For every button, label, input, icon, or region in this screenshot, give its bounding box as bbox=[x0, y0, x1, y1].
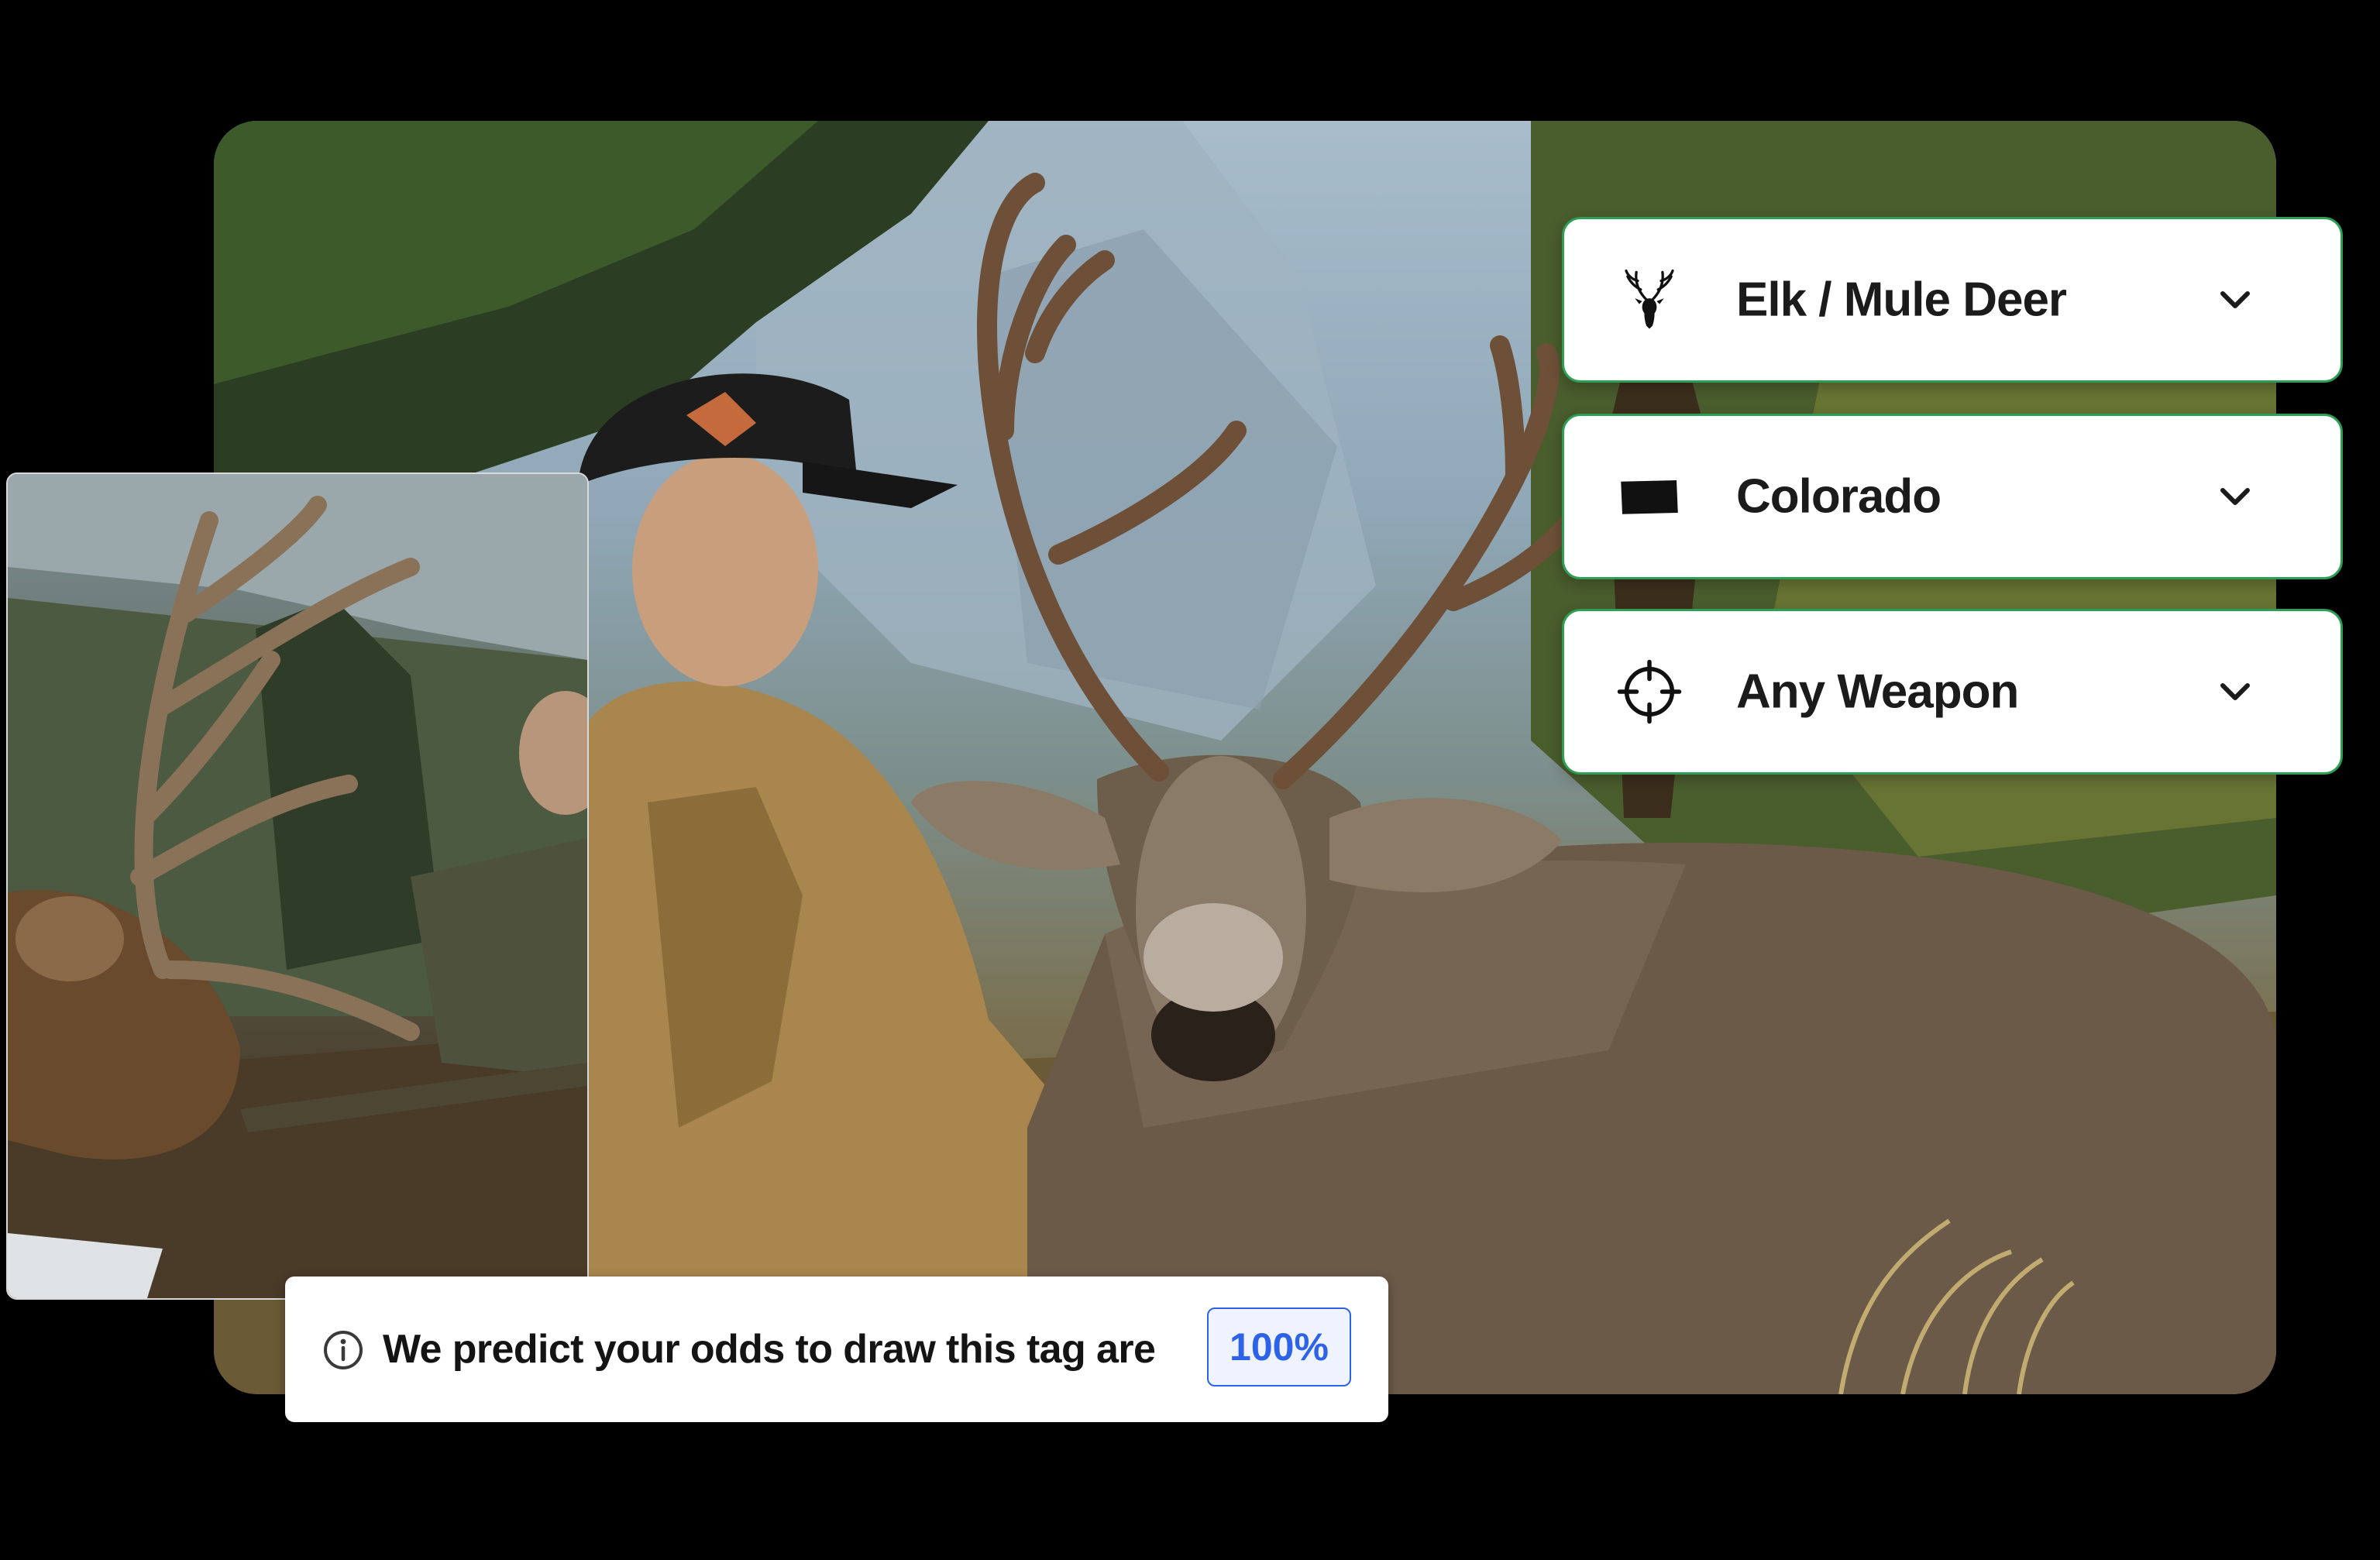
chevron-down-icon bbox=[2220, 488, 2250, 505]
inset-photo bbox=[6, 472, 589, 1300]
chevron-down-icon bbox=[2220, 291, 2250, 308]
state-select-label: Colorado bbox=[1736, 469, 1941, 524]
inset-photo-illustration bbox=[8, 474, 587, 1298]
species-select-label: Elk / Mule Deer bbox=[1736, 273, 2067, 327]
species-select[interactable]: Elk / Mule Deer bbox=[1562, 217, 2343, 383]
chevron-down-icon bbox=[2220, 683, 2250, 700]
draw-odds-banner: We predict your odds to draw this tag ar… bbox=[285, 1277, 1388, 1422]
state-select[interactable]: Colorado bbox=[1562, 414, 2343, 579]
crosshair-icon bbox=[1612, 655, 1687, 729]
info-icon[interactable] bbox=[322, 1329, 364, 1371]
draw-odds-value: 100% bbox=[1207, 1307, 1351, 1386]
draw-odds-message: We predict your odds to draw this tag ar… bbox=[383, 1327, 1156, 1372]
deer-head-icon bbox=[1612, 263, 1687, 337]
weapon-select-label: Any Weapon bbox=[1736, 665, 2019, 719]
weapon-select[interactable]: Any Weapon bbox=[1562, 609, 2343, 775]
colorado-state-icon bbox=[1612, 459, 1687, 534]
